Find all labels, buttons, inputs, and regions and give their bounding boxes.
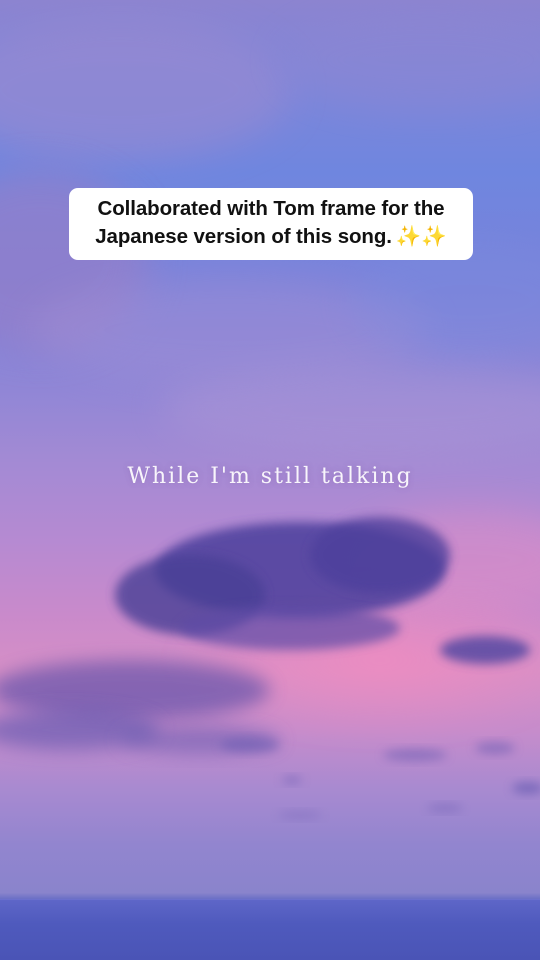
sea — [0, 900, 540, 960]
video-frame: Collaborated with Tom frame for the Japa… — [0, 0, 540, 960]
sparkles-emoji: ✨✨ — [395, 225, 447, 248]
caption-box: Collaborated with Tom frame for the Japa… — [69, 188, 473, 260]
caption-line-1: Collaborated with Tom frame for the — [97, 197, 445, 220]
caption-line-2: Japanese version of this song. ✨✨ — [79, 223, 463, 251]
caption-line-2-text: Japanese version of this song. — [95, 225, 392, 248]
lyric-subtitle: While I'm still talking — [127, 464, 413, 489]
